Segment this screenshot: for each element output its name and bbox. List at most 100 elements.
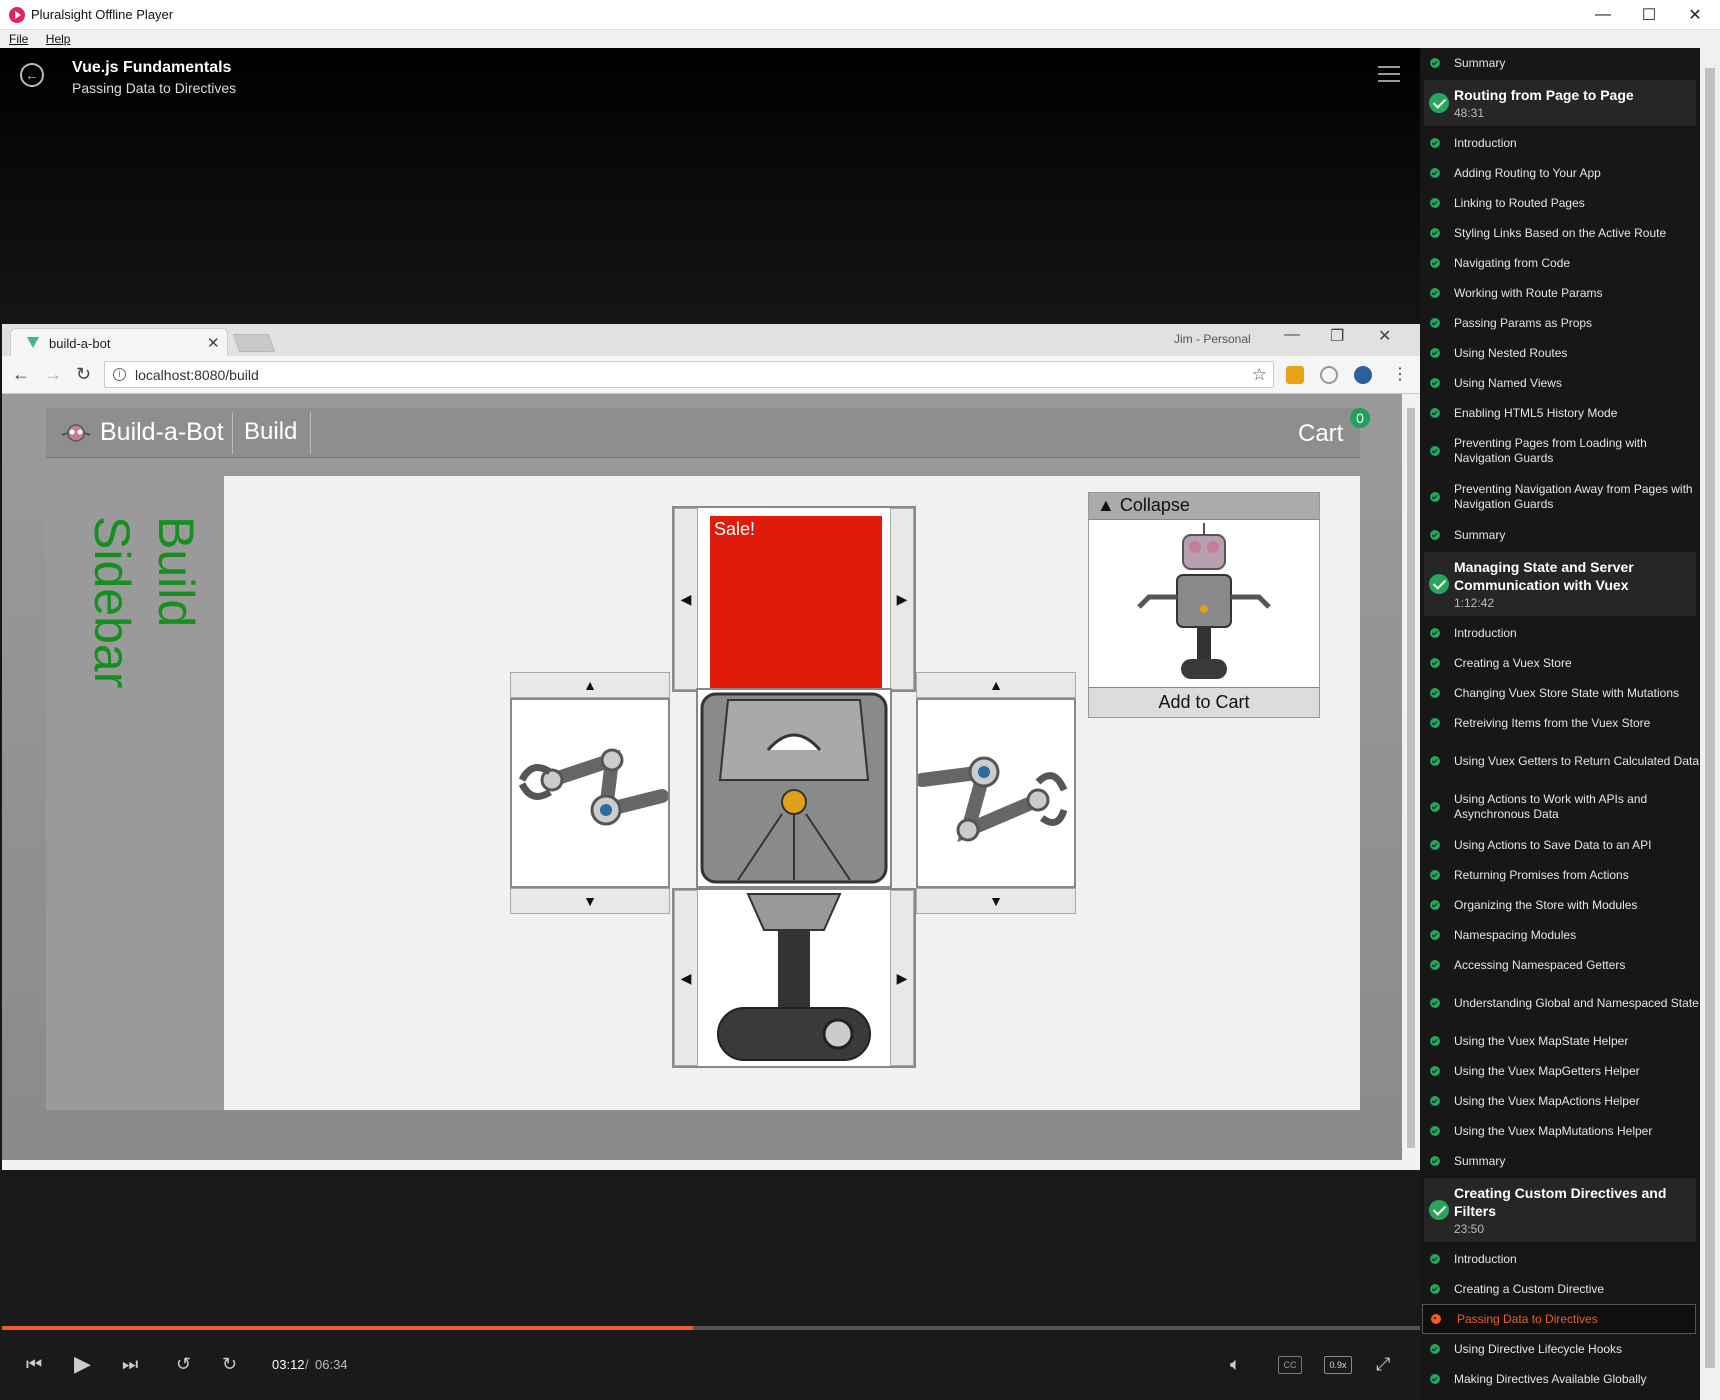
playback-progress-fill bbox=[2, 1326, 693, 1330]
base-prev-button[interactable]: ◀ bbox=[674, 890, 698, 1066]
toc-clip[interactable]: Navigating from Code bbox=[1420, 248, 1700, 278]
left-arm-next-button[interactable]: ▼ bbox=[510, 888, 670, 914]
clip-complete-check-icon bbox=[1430, 1374, 1440, 1384]
toc-clip[interactable]: Using the Vuex MapMutations Helper bbox=[1420, 1116, 1700, 1146]
play-icon[interactable]: ▶ bbox=[74, 1351, 91, 1377]
toc-clip[interactable]: Summary bbox=[1420, 48, 1700, 78]
toc-clip[interactable]: Styling Links Based on the Active Route bbox=[1420, 218, 1700, 248]
right-arm-prev-button[interactable]: ▲ bbox=[916, 672, 1076, 698]
toc-module[interactable]: Creating Custom Directives and Filters 23… bbox=[1424, 1178, 1696, 1242]
torso-selector bbox=[696, 688, 892, 888]
toc-module[interactable]: Managing State and Server Communication … bbox=[1424, 552, 1696, 616]
toc-clip[interactable]: Working with Route Params bbox=[1420, 278, 1700, 308]
toc-clip[interactable]: Returning Promises from Actions bbox=[1420, 860, 1700, 890]
module-duration: 1:12:42 bbox=[1454, 596, 1495, 610]
toc-clip[interactable]: Accessing Namespaced Getters bbox=[1420, 950, 1700, 980]
toc-clip[interactable]: Using the Vuex MapActions Helper bbox=[1420, 1086, 1700, 1116]
toc-clip[interactable]: Summary bbox=[1420, 520, 1700, 550]
toc-clip[interactable]: Understanding Global and Namespaced Stat… bbox=[1420, 980, 1700, 1026]
clip-complete-check-icon bbox=[1430, 960, 1440, 970]
clip-complete-check-icon bbox=[1430, 228, 1440, 238]
toc-clip[interactable]: Enabling HTML5 History Mode bbox=[1420, 398, 1700, 428]
head-prev-button[interactable]: ◀ bbox=[674, 508, 698, 690]
back-arrow-icon[interactable]: ← bbox=[20, 63, 44, 87]
clip-complete-check-icon bbox=[1430, 378, 1440, 388]
collapse-toggle[interactable]: ▲ Collapse bbox=[1089, 493, 1319, 520]
clip-complete-check-icon bbox=[1430, 1284, 1440, 1294]
playback-progress-bar[interactable] bbox=[2, 1326, 1420, 1330]
add-to-cart-button[interactable]: Add to Cart bbox=[1089, 687, 1319, 717]
toc-clip[interactable]: Summary bbox=[1420, 1146, 1700, 1176]
table-of-contents-toggle-icon[interactable] bbox=[1378, 66, 1400, 84]
toc-clip[interactable]: Preventing Pages from Loading with Navig… bbox=[1420, 428, 1700, 474]
toc-clip[interactable]: Introduction bbox=[1420, 618, 1700, 648]
closed-captions-button[interactable]: CC bbox=[1278, 1356, 1302, 1374]
toc-module[interactable]: Routing from Page to Page 48:31 bbox=[1424, 80, 1696, 126]
toc-clip[interactable]: Namespacing Modules bbox=[1420, 920, 1700, 950]
clip-title: Using Directive Lifecycle Hooks bbox=[1454, 1341, 1623, 1356]
browser-profile: Jim - Personal bbox=[1174, 332, 1251, 346]
player-controls: ⏮ ▶ ⏭ ↺ ↻ 03:12 / 06:34 🔈︎ CC 0.9x ⤢ bbox=[0, 1340, 1420, 1390]
toc-clip[interactable]: Changing Vuex Store State with Mutations bbox=[1420, 678, 1700, 708]
left-arm-prev-button[interactable]: ▲ bbox=[510, 672, 670, 698]
toc-clip[interactable]: Introduction bbox=[1420, 1244, 1700, 1274]
toc-clip[interactable]: Organizing the Store with Modules bbox=[1420, 890, 1700, 920]
menu-help[interactable]: Help bbox=[46, 32, 71, 46]
clip-complete-check-icon bbox=[1430, 138, 1440, 148]
clip-title: Summary bbox=[1454, 1153, 1506, 1168]
browser-tab-strip: build-a-bot ✕ Jim - Personal — ❐ ✕ bbox=[2, 324, 1420, 356]
nav-build-link[interactable]: Build bbox=[244, 418, 297, 446]
nav-divider bbox=[232, 412, 233, 454]
fullscreen-icon[interactable]: ⤢ bbox=[1376, 1354, 1390, 1375]
toc-clip[interactable]: Using Named Views bbox=[1420, 368, 1700, 398]
module-title: Managing State and Server Communication … bbox=[1454, 559, 1634, 593]
toc-clip[interactable]: Using Directive Lifecycle Hooks bbox=[1420, 1334, 1700, 1364]
browser-restore-icon: ❐ bbox=[1330, 328, 1345, 345]
close-window-button[interactable]: ✕ bbox=[1672, 0, 1718, 30]
video-frame[interactable]: build-a-bot ✕ Jim - Personal — ❐ ✕ ← → ↻… bbox=[2, 324, 1420, 1170]
clip-title: Returning Promises from Actions bbox=[1454, 867, 1629, 882]
toc-clip[interactable]: Using the Vuex MapState Helper bbox=[1420, 1026, 1700, 1056]
menu-file[interactable]: File bbox=[9, 32, 28, 46]
right-arm-next-button[interactable]: ▼ bbox=[916, 888, 1076, 914]
toc-clip[interactable]: Using Nested Routes bbox=[1420, 338, 1700, 368]
toc-clip[interactable]: Linking to Routed Pages bbox=[1420, 188, 1700, 218]
playback-speed-button[interactable]: 0.9x bbox=[1324, 1356, 1352, 1374]
extension-icon bbox=[1286, 366, 1304, 384]
clip-title: Summary bbox=[1454, 55, 1506, 70]
sale-label: Sale! bbox=[714, 519, 756, 539]
toc-clip[interactable]: Introduction bbox=[1420, 128, 1700, 158]
previous-clip-icon[interactable]: ⏮ bbox=[26, 1354, 42, 1375]
toc-scrollbar[interactable] bbox=[1700, 48, 1720, 1400]
head-next-button[interactable]: ▶ bbox=[890, 508, 914, 690]
volume-icon[interactable]: 🔈︎ bbox=[1230, 1354, 1241, 1375]
toc-clip[interactable]: Using Actions to Work with APIs and Asyn… bbox=[1420, 784, 1700, 830]
toc-clip[interactable]: Adding Routing to Your App bbox=[1420, 158, 1700, 188]
toc-clip[interactable]: Making Directives Available Globally bbox=[1420, 1364, 1700, 1394]
course-title: Vue.js Fundamentals bbox=[72, 59, 232, 76]
toc-clip-current[interactable]: Passing Data to Directives bbox=[1422, 1304, 1696, 1334]
total-time: 06:34 bbox=[315, 1357, 348, 1372]
toc-clip[interactable]: Creating a Custom Directive bbox=[1420, 1274, 1700, 1304]
browser-close-icon: ✕ bbox=[1378, 328, 1392, 345]
clip-title: Introduction bbox=[1454, 625, 1517, 640]
toc-clip[interactable]: Retreiving Items from the Vuex Store bbox=[1420, 708, 1700, 738]
toc-clip[interactable]: Using Vuex Getters to Return Calculated … bbox=[1420, 738, 1700, 784]
minimize-button[interactable]: — bbox=[1580, 0, 1626, 30]
clip-complete-check-icon bbox=[1430, 870, 1440, 880]
toc-clip[interactable]: Using Actions to Save Data to an API bbox=[1420, 830, 1700, 860]
app-brand[interactable]: Build-a-Bot bbox=[100, 418, 224, 447]
toc-clip[interactable]: Passing Params as Props bbox=[1420, 308, 1700, 338]
forward-10-icon[interactable]: ↻ bbox=[222, 1354, 237, 1375]
clip-title: Using Actions to Save Data to an API bbox=[1454, 837, 1652, 852]
toc-clip[interactable]: Using the Vuex MapGetters Helper bbox=[1420, 1056, 1700, 1086]
page-scrollbar[interactable] bbox=[1402, 394, 1420, 1160]
maximize-button[interactable]: ☐ bbox=[1626, 0, 1672, 30]
rewind-10-icon[interactable]: ↺ bbox=[176, 1354, 191, 1375]
toc-clip[interactable]: Creating a Vuex Store bbox=[1420, 648, 1700, 678]
clip-title: Linking to Routed Pages bbox=[1454, 195, 1585, 210]
base-next-button[interactable]: ▶ bbox=[890, 890, 914, 1066]
toc-clip[interactable]: Preventing Navigation Away from Pages wi… bbox=[1420, 474, 1700, 520]
cart-link[interactable]: Cart bbox=[1298, 420, 1343, 448]
next-clip-icon[interactable]: ⏭ bbox=[122, 1354, 138, 1375]
